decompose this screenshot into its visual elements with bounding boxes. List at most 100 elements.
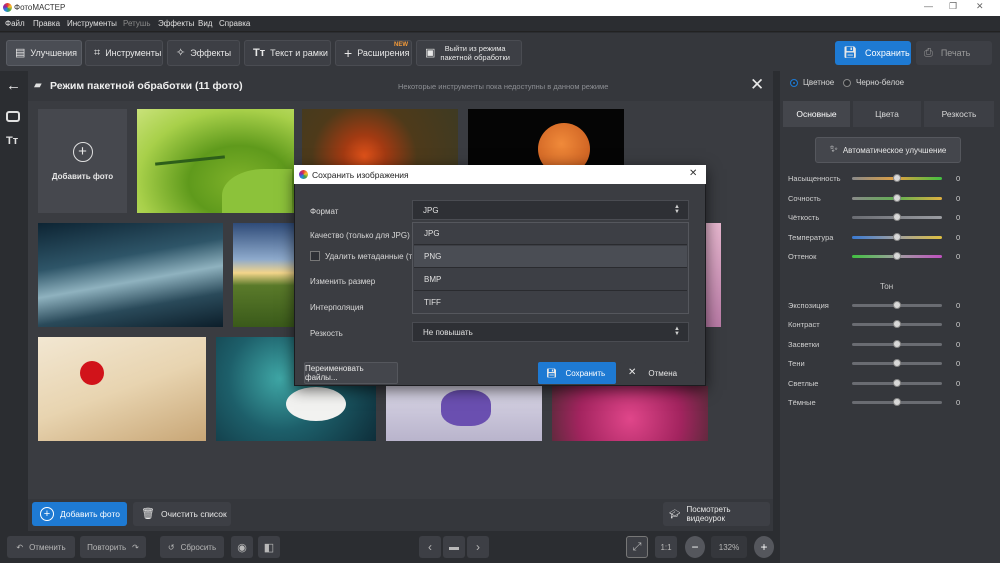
slider-knob[interactable] — [893, 320, 901, 328]
tab-label: Текст и рамки — [270, 48, 328, 58]
slider-value: 0 — [956, 174, 961, 183]
format-option-tiff[interactable]: TIFF — [414, 291, 687, 313]
slider-row: Светлые 0 — [788, 377, 968, 391]
format-value: JPG — [423, 205, 439, 215]
compare-icon[interactable]: ◧ — [258, 536, 280, 558]
magic-wand-icon: ✧ — [176, 46, 186, 59]
dialog-title: Сохранить изображения — [312, 170, 409, 180]
page-title: Режим пакетной обработки (11 фото) — [50, 80, 243, 92]
zoom-out-icon[interactable]: − — [685, 536, 705, 558]
tab-text-frames[interactable]: Tт Текст и рамки — [244, 40, 331, 66]
photo-field-sunset[interactable] — [233, 223, 294, 327]
menu-tools[interactable]: Инструменты — [67, 19, 117, 28]
slider-knob[interactable] — [893, 398, 901, 406]
add-photo-button[interactable]: + Добавить фото — [32, 502, 127, 526]
prev-arrow-icon[interactable]: ‹ — [419, 536, 441, 558]
tab-colors[interactable]: Цвета — [853, 101, 921, 127]
watch-video-button[interactable]: 🎓︎ Посмотреть видеоурок — [663, 502, 770, 526]
photo-roses[interactable] — [552, 386, 708, 441]
slider-knob[interactable] — [893, 359, 901, 367]
frame-icon[interactable] — [6, 111, 20, 122]
photo-clouds[interactable] — [38, 223, 223, 327]
slider-label: Засветки — [788, 340, 820, 349]
plus-icon: + — [344, 45, 353, 61]
status-bar: ↶ Отменить Повторить ↷ ↺ Сбросить ◉ ◧ ‹ ▬ ›… — [0, 531, 780, 563]
menu-help[interactable]: Справка — [219, 19, 250, 28]
menu-edit[interactable]: Правка — [33, 19, 60, 28]
eye-icon[interactable]: ◉ — [231, 536, 253, 558]
tab-tools[interactable]: ⌗ Инструменты — [85, 40, 163, 66]
format-option-bmp[interactable]: BMP — [414, 269, 687, 291]
slider-knob[interactable] — [893, 379, 901, 387]
close-icon[interactable]: ✕ — [976, 1, 984, 12]
color-mode-radio[interactable]: Цветное — [790, 78, 834, 87]
menu-retouch[interactable]: Ретушь — [123, 19, 151, 28]
slider-label: Сочность — [788, 194, 821, 203]
dialog-cancel-label: Отмена — [648, 368, 678, 378]
exit-batch-mode-button[interactable]: ▣ Выйти из режима пакетной обработки — [416, 40, 522, 66]
redo-button[interactable]: Повторить ↷ — [80, 536, 146, 558]
add-photo-tile[interactable]: + Добавить фото — [38, 109, 127, 213]
reset-button[interactable]: ↺ Сбросить — [160, 536, 224, 558]
photo-moon[interactable] — [468, 109, 624, 165]
slider-label: Чёткость — [788, 213, 820, 222]
slider-row: Насыщенность 0 — [788, 172, 968, 186]
slider-row: Температура 0 — [788, 231, 968, 245]
print-button[interactable]: ⎙ Печать — [916, 41, 992, 65]
clear-list-button[interactable]: 🗑︎ Очистить список — [133, 502, 231, 526]
slider-row: Тёмные 0 — [788, 396, 968, 410]
add-tile-label: Добавить фото — [51, 171, 114, 181]
format-option-png[interactable]: PNG — [414, 246, 687, 268]
dialog-save-button[interactable]: 💾︎ Сохранить — [538, 362, 616, 384]
photo-red-flower[interactable] — [302, 109, 458, 165]
slider-knob[interactable] — [893, 301, 901, 309]
tab-enhancements[interactable]: ▤ Улучшения — [6, 40, 82, 66]
minimize-icon[interactable]: — — [924, 1, 933, 11]
slider-row: Тени 0 — [788, 357, 968, 371]
slider-knob[interactable] — [893, 213, 901, 221]
dialog-close-icon[interactable]: ✕ — [689, 168, 697, 179]
tab-sharpness[interactable]: Резкость — [924, 101, 994, 127]
daisy-shape — [286, 387, 346, 421]
next-arrow-icon[interactable]: › — [467, 536, 489, 558]
dialog-cancel-button[interactable]: ✕ Отмена — [620, 362, 696, 384]
menu-view[interactable]: Вид — [198, 19, 212, 28]
tab-effects[interactable]: ✧ Эффекты — [167, 40, 240, 66]
menu-effects[interactable]: Эффекты — [158, 19, 194, 28]
folder-icon[interactable]: ▬ — [443, 536, 465, 558]
printer-icon: ⎙ — [924, 46, 933, 59]
photo-poppy[interactable] — [38, 337, 206, 441]
slider-knob[interactable] — [893, 233, 901, 241]
photo-lavender[interactable] — [386, 386, 542, 441]
maximize-icon[interactable]: ❐ — [949, 1, 957, 12]
slider-knob[interactable] — [893, 174, 901, 182]
format-option-jpg[interactable]: JPG — [414, 223, 687, 245]
text-tool-icon[interactable]: Tт — [6, 135, 18, 147]
slider-label: Оттенок — [788, 252, 817, 261]
batch-header: ▰ Режим пакетной обработки (11 фото) Нек… — [28, 71, 773, 101]
rename-files-button[interactable]: Переименовать файлы... — [304, 362, 398, 384]
zoom-level[interactable]: 132% — [711, 536, 747, 558]
poppy-shape — [80, 361, 104, 385]
remove-metadata-checkbox[interactable] — [310, 251, 320, 261]
tab-extensions[interactable]: + Расширения NEW — [335, 40, 412, 66]
photo-dragonfly[interactable] — [137, 109, 294, 213]
tab-basic[interactable]: Основные — [783, 101, 850, 127]
slider-knob[interactable] — [893, 194, 901, 202]
sharpness-select[interactable]: Не повышать ▲ ▼ — [412, 322, 689, 342]
save-button[interactable]: 💾︎ Сохранить — [835, 41, 911, 65]
menu-file[interactable]: Файл — [5, 19, 25, 28]
close-batch-icon[interactable]: ✕ — [750, 75, 764, 95]
zoom-in-icon[interactable]: + — [754, 536, 774, 558]
slider-knob[interactable] — [893, 340, 901, 348]
actual-size-button[interactable]: 1:1 — [655, 536, 677, 558]
slider-knob[interactable] — [893, 252, 901, 260]
exit-batch-label: Выйти из режима пакетной обработки — [440, 44, 510, 62]
bw-mode-radio[interactable]: Черно-белое — [843, 78, 904, 87]
fit-screen-icon[interactable]: ⤢ — [626, 536, 648, 558]
undo-button[interactable]: ↶ Отменить — [7, 536, 75, 558]
auto-enhance-button[interactable]: ✨︎ Автоматическое улучшение — [815, 137, 961, 163]
photo-pink-flowers[interactable] — [706, 223, 721, 327]
format-select[interactable]: JPG ▲ ▼ — [412, 200, 689, 220]
back-arrow-icon[interactable]: ← — [6, 77, 21, 94]
